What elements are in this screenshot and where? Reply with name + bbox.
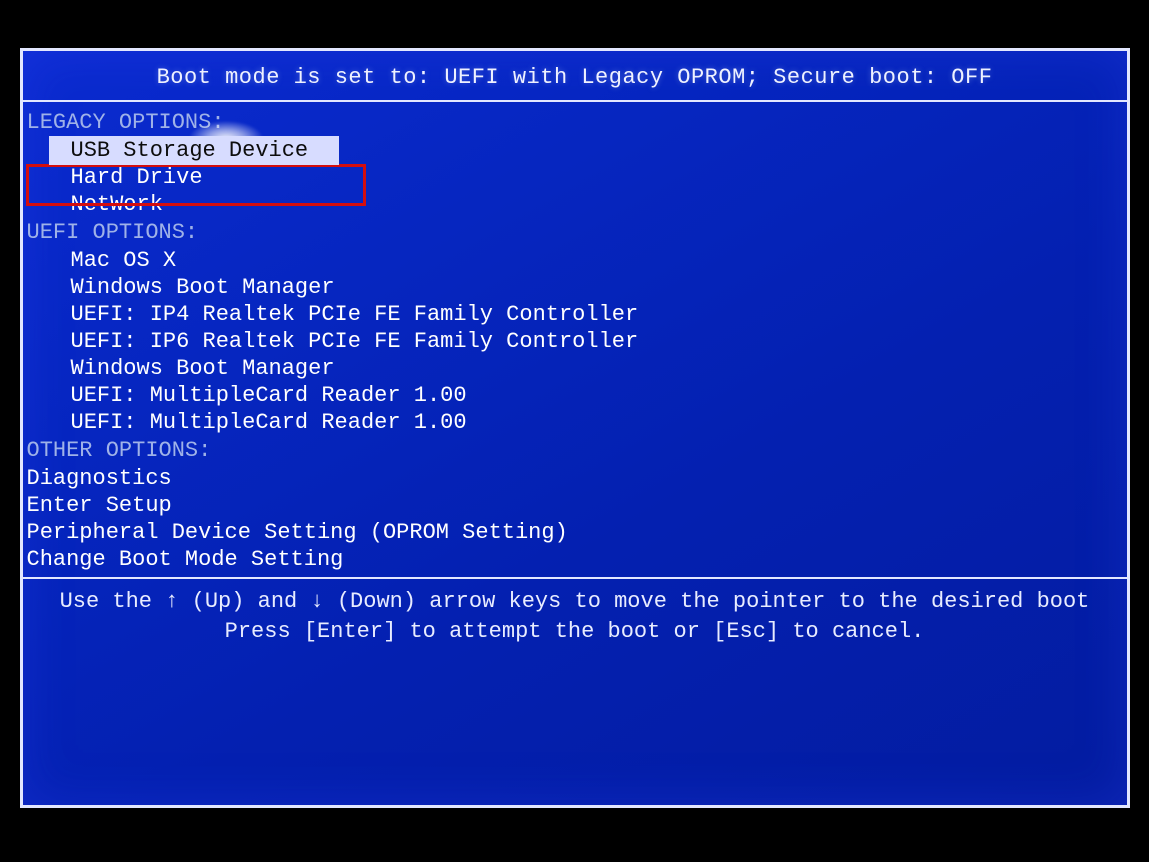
- boot-item-usb-storage[interactable]: USB Storage Device: [23, 137, 1127, 164]
- footer-line-1: Use the ↑ (Up) and ↓ (Down) arrow keys t…: [33, 587, 1117, 617]
- other-item-peripheral-device-setting[interactable]: Peripheral Device Setting (OPROM Setting…: [23, 519, 1127, 546]
- footer-hint: Use the ↑ (Up) and ↓ (Down) arrow keys t…: [23, 579, 1127, 658]
- arrow-up-icon: ↑: [165, 587, 178, 617]
- boot-item-uefi-ip4-realtek[interactable]: UEFI: IP4 Realtek PCIe FE Family Control…: [23, 301, 1127, 328]
- bios-boot-menu: Boot mode is set to: UEFI with Legacy OP…: [20, 48, 1130, 808]
- other-item-change-boot-mode[interactable]: Change Boot Mode Setting: [23, 546, 1127, 573]
- boot-item-uefi-multiplecard-reader-2[interactable]: UEFI: MultipleCard Reader 1.00: [23, 409, 1127, 436]
- arrow-down-icon: ↓: [310, 587, 323, 617]
- boot-item-windows-boot-manager-1[interactable]: Windows Boot Manager: [23, 274, 1127, 301]
- other-options-label: OTHER OPTIONS:: [23, 436, 1127, 465]
- footer-text: (Down) arrow keys to move the pointer to…: [324, 589, 1090, 614]
- footer-text: (Up) and: [178, 589, 310, 614]
- boot-options-body: LEGACY OPTIONS: USB Storage Device Hard …: [23, 102, 1127, 577]
- boot-item-uefi-multiplecard-reader-1[interactable]: UEFI: MultipleCard Reader 1.00: [23, 382, 1127, 409]
- boot-item-network[interactable]: NetWork: [23, 191, 1127, 218]
- other-item-enter-setup[interactable]: Enter Setup: [23, 492, 1127, 519]
- boot-item-uefi-ip6-realtek[interactable]: UEFI: IP6 Realtek PCIe FE Family Control…: [23, 328, 1127, 355]
- uefi-options-label: UEFI OPTIONS:: [23, 218, 1127, 247]
- footer-line-2: Press [Enter] to attempt the boot or [Es…: [33, 617, 1117, 647]
- boot-item-windows-boot-manager-2[interactable]: Windows Boot Manager: [23, 355, 1127, 382]
- other-item-diagnostics[interactable]: Diagnostics: [23, 465, 1127, 492]
- legacy-options-label: LEGACY OPTIONS:: [23, 108, 1127, 137]
- boot-item-hard-drive[interactable]: Hard Drive: [23, 164, 1127, 191]
- boot-mode-status: Boot mode is set to: UEFI with Legacy OP…: [23, 51, 1127, 100]
- boot-item-mac-os-x[interactable]: Mac OS X: [23, 247, 1127, 274]
- footer-text: Use the: [60, 589, 166, 614]
